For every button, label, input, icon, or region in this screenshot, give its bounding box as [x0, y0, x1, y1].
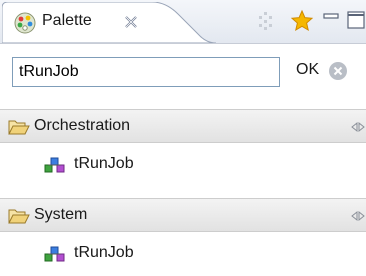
palette-item-label: tRunJob	[74, 244, 134, 261]
minimize-icon[interactable]	[320, 9, 344, 33]
drawer-header-orchestration[interactable]: Orchestration	[0, 109, 366, 143]
folder-open-icon	[8, 209, 30, 224]
drawer-header-system[interactable]: System	[0, 198, 366, 232]
folder-open-icon	[8, 120, 30, 135]
customize-icon[interactable]	[254, 9, 278, 33]
tab-title: Palette	[42, 12, 92, 29]
drawer-label: Orchestration	[34, 117, 131, 134]
pin-icon[interactable]	[350, 121, 366, 133]
view-tab-bar: Palette	[0, 0, 366, 44]
search-input[interactable]	[12, 57, 280, 87]
palette-item-trunjob[interactable]: tRunJob	[0, 232, 366, 276]
clear-icon[interactable]	[328, 61, 348, 81]
close-icon[interactable]	[122, 13, 140, 31]
star-icon[interactable]	[290, 9, 314, 33]
component-icon	[44, 246, 65, 262]
component-icon	[44, 157, 65, 173]
drawer-label: System	[34, 206, 88, 223]
palette-icon	[14, 12, 36, 34]
ok-button[interactable]: OK	[296, 61, 319, 79]
search-row: OK	[0, 44, 366, 102]
palette-tab[interactable]: Palette	[2, 2, 216, 43]
maximize-icon[interactable]	[345, 9, 366, 33]
palette-item-trunjob[interactable]: tRunJob	[0, 143, 366, 187]
pin-icon[interactable]	[350, 210, 366, 222]
palette-item-label: tRunJob	[74, 155, 134, 172]
